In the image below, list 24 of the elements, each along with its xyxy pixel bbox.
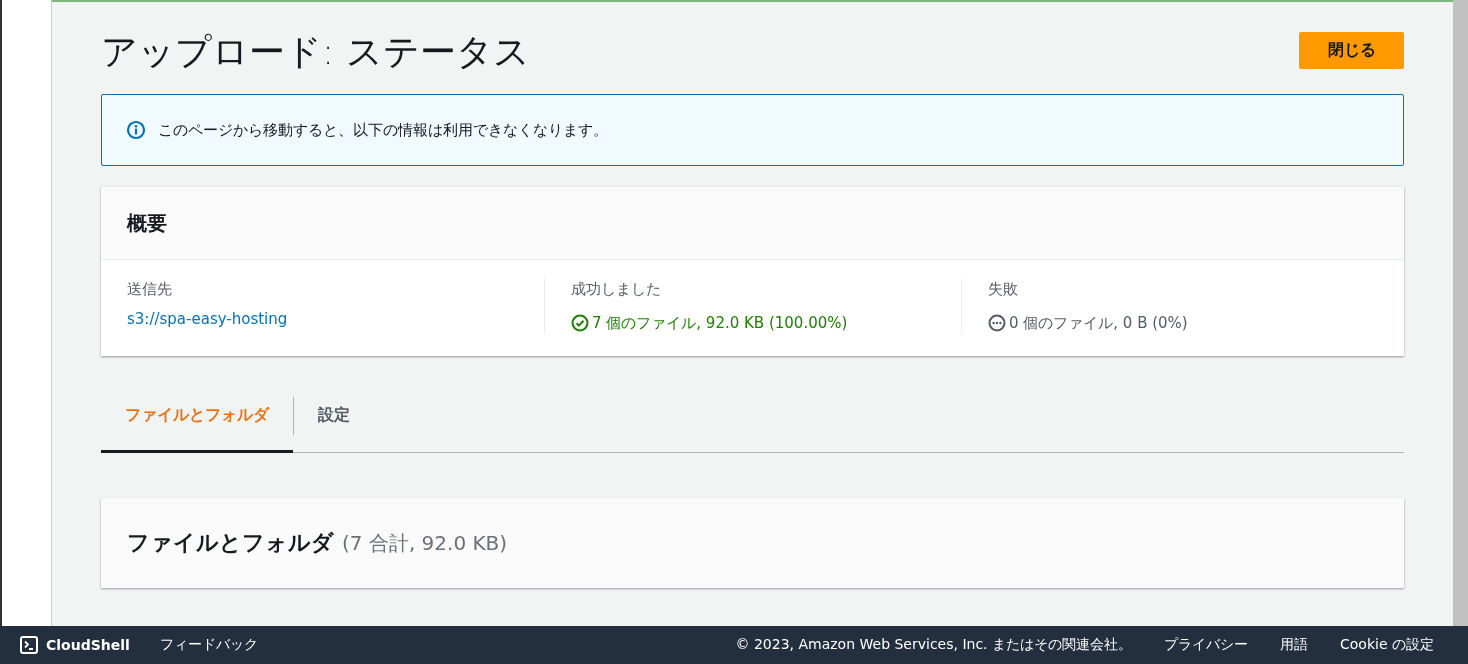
status-text: 7 個のファイル, 92.0 KB (100.00%) [592,313,848,334]
status-text: 0 個のファイル, 0 B (0%) [1009,313,1188,334]
close-button[interactable]: 閉じる [1299,32,1404,69]
terminal-icon [20,636,38,654]
footer-link[interactable]: プライバシー [1164,636,1249,654]
summary-title: 概要 [127,209,167,237]
footer-link[interactable]: Cookie の設定 [1340,636,1434,654]
ellipsis-circle-icon [988,314,1006,332]
copyright-text: © 2023, Amazon Web Services, Inc. またはその関連会社。 [735,636,1133,654]
destination-link[interactable]: s3://spa-easy-hosting [127,310,518,328]
cloudshell-link[interactable]: CloudShell [46,637,130,653]
field-label: 成功しました [571,279,662,300]
page-title: アップロード: ステータス [101,30,530,74]
scrollbar[interactable] [1453,0,1468,626]
info-icon [126,120,146,140]
tab[interactable]: 設定 [294,380,374,453]
files-title: ファイルとフォルダ [127,529,334,557]
field-label: 失敗 [988,279,1019,300]
field-label: 送信先 [127,279,173,300]
alert-message: このページから移動すると、以下の情報は利用できなくなります。 [158,120,608,140]
footer-link[interactable]: 用語 [1280,636,1309,654]
files-count: (7 合計, 92.0 KB) [342,530,508,557]
check-circle-icon [571,314,589,332]
feedback-link[interactable]: フィードバック [159,636,258,654]
